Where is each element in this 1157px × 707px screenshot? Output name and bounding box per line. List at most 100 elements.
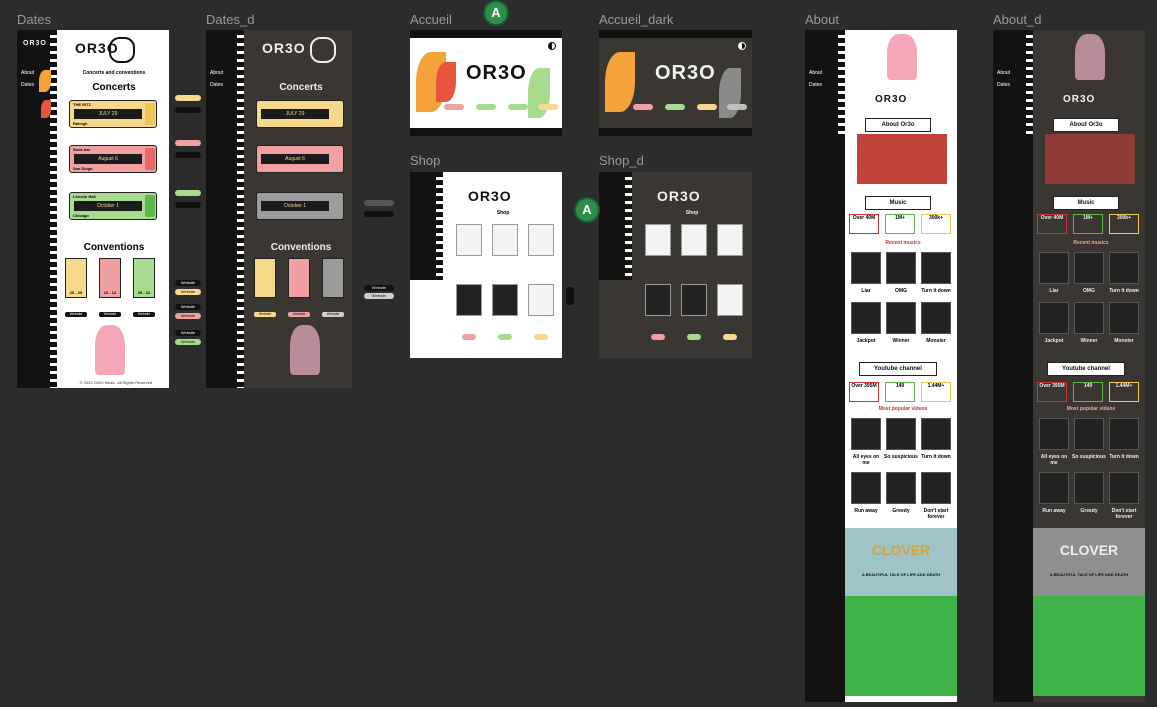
ticket-pill-variant[interactable] [175, 190, 201, 196]
frame-label-accueil-dark[interactable]: Accueil_dark [599, 12, 673, 27]
hero-logo[interactable]: OR3O [466, 62, 527, 85]
zoom-control[interactable] [566, 287, 574, 305]
convention-card[interactable]: 26 - 29 [65, 258, 87, 298]
website-button[interactable]: Website [288, 312, 310, 317]
ticket-pill-variant[interactable] [175, 202, 201, 208]
nav-dates[interactable]: Dates [809, 82, 822, 88]
convention-card[interactable]: 29 - 31 [133, 258, 155, 298]
header-logo[interactable]: OR3O [1063, 94, 1095, 105]
add-to-cart-button[interactable] [498, 334, 512, 340]
frame-label-shop[interactable]: Shop [410, 153, 440, 168]
music-cover[interactable] [1074, 302, 1104, 334]
nav-dates[interactable]: Dates [997, 82, 1010, 88]
add-to-cart-button[interactable] [534, 334, 548, 340]
frame-accueil[interactable]: OR3O [410, 30, 562, 136]
video-thumbnail[interactable] [921, 418, 951, 450]
website-button[interactable]: Website [133, 312, 155, 317]
video-thumbnail[interactable] [851, 418, 881, 450]
video-thumbnail[interactable] [1109, 418, 1139, 450]
product-card[interactable] [456, 284, 482, 316]
concert-ticket[interactable]: THE RITZ JULY 29 Raleigh [69, 100, 157, 128]
side-logo[interactable]: OR3O [23, 40, 47, 47]
music-cover[interactable] [1039, 252, 1069, 284]
music-cover[interactable] [1074, 252, 1104, 284]
music-cover[interactable] [1109, 302, 1139, 334]
music-cover[interactable] [886, 302, 916, 334]
ticket-stub[interactable] [145, 148, 155, 170]
user-avatar[interactable]: A [483, 0, 509, 26]
clover-banner[interactable]: CLOVER A BEAUTIFUL TALE OF LIFE AND DEAT… [1033, 528, 1145, 596]
concert-ticket[interactable]: Suds bar August 6 San Diego [69, 145, 157, 173]
music-cover[interactable] [921, 252, 951, 284]
product-card[interactable] [492, 224, 518, 256]
header-logo[interactable]: OR3O [657, 188, 701, 204]
website-pill-variant[interactable]: Website [364, 285, 394, 291]
website-button[interactable]: Website [322, 312, 344, 317]
website-pill-variant[interactable]: Website [175, 304, 201, 310]
concert-ticket[interactable]: August 6 [256, 145, 344, 173]
frame-dates-d[interactable]: About Dates OR3O Concerts JULY 29 August… [206, 30, 352, 388]
frame-label-dates[interactable]: Dates [17, 12, 51, 27]
music-cover[interactable] [921, 302, 951, 334]
ticket-pill-variant[interactable] [364, 200, 394, 206]
product-card[interactable] [681, 224, 707, 256]
concert-ticket[interactable]: October 1 [256, 192, 344, 220]
concert-ticket[interactable]: JULY 29 [256, 100, 344, 128]
frame-label-about-d[interactable]: About_d [993, 12, 1041, 27]
frame-shop[interactable]: OR3O Shop [410, 172, 562, 358]
product-card[interactable] [717, 284, 743, 316]
frame-shop-d[interactable]: OR3O Shop [599, 172, 752, 358]
video-thumbnail[interactable] [921, 472, 951, 504]
frame-accueil-dark[interactable]: OR3O [599, 30, 752, 136]
ticket-pill-variant[interactable] [175, 95, 201, 101]
website-button[interactable]: Website [99, 312, 121, 317]
product-card[interactable] [528, 224, 554, 256]
frame-label-dates-d[interactable]: Dates_d [206, 12, 254, 27]
convention-card[interactable] [254, 258, 276, 298]
website-pill-variant[interactable]: Website [175, 339, 201, 345]
frame-label-accueil[interactable]: Accueil [410, 12, 452, 27]
nav-pill[interactable] [633, 104, 653, 110]
video-thumbnail[interactable] [886, 418, 916, 450]
frame-label-about[interactable]: About [805, 12, 839, 27]
video-thumbnail[interactable] [851, 472, 881, 504]
header-logo[interactable]: OR3O [262, 40, 306, 56]
nav-pill[interactable] [508, 104, 528, 110]
website-pill-variant[interactable]: Website [175, 330, 201, 336]
website-button[interactable]: Website [254, 312, 276, 317]
nav-dates[interactable]: Dates [210, 82, 223, 88]
video-thumbnail[interactable] [1074, 472, 1104, 504]
nav-dates[interactable]: Dates [21, 82, 34, 88]
nav-pill[interactable] [538, 104, 558, 110]
product-card[interactable] [645, 224, 671, 256]
user-avatar[interactable]: A [574, 197, 600, 223]
video-thumbnail[interactable] [1039, 418, 1069, 450]
header-logo[interactable]: OR3O [875, 94, 907, 105]
music-cover[interactable] [851, 302, 881, 334]
theme-toggle-icon[interactable] [548, 42, 556, 50]
nav-about[interactable]: About [809, 70, 822, 76]
website-pill-variant[interactable]: Website [364, 293, 394, 299]
website-pill-variant[interactable]: Website [175, 280, 201, 286]
header-logo[interactable]: OR3O [468, 188, 512, 204]
ticket-pill-variant[interactable] [175, 107, 201, 113]
nav-about[interactable]: About [210, 70, 223, 76]
nav-pill[interactable] [476, 104, 496, 110]
nav-pill[interactable] [727, 104, 747, 110]
music-cover[interactable] [1109, 252, 1139, 284]
website-pill-variant[interactable]: Website [175, 289, 201, 295]
music-cover[interactable] [1039, 302, 1069, 334]
video-thumbnail[interactable] [1039, 472, 1069, 504]
ticket-pill-variant[interactable] [364, 211, 394, 217]
ticket-stub[interactable] [145, 195, 155, 217]
product-card[interactable] [645, 284, 671, 316]
video-thumbnail[interactable] [886, 472, 916, 504]
ticket-pill-variant[interactable] [175, 152, 201, 158]
add-to-cart-button[interactable] [462, 334, 476, 340]
product-card[interactable] [717, 224, 743, 256]
nav-pill[interactable] [665, 104, 685, 110]
hero-logo[interactable]: OR3O [655, 62, 716, 85]
add-to-cart-button[interactable] [651, 334, 665, 340]
add-to-cart-button[interactable] [723, 334, 737, 340]
convention-card[interactable] [322, 258, 344, 298]
